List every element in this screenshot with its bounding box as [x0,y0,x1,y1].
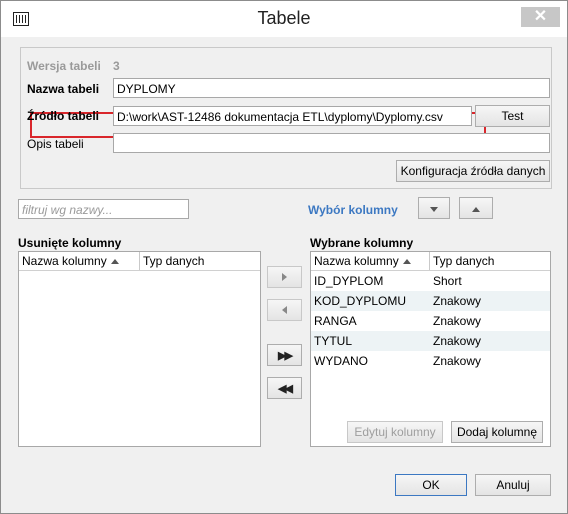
remove-all-button[interactable]: ◀◀ [267,377,302,399]
removed-columns-table: Nazwa kolumny Typ danych [18,251,261,447]
column-type-cell: Znakowy [433,334,482,348]
table-row[interactable]: ID_DYPLOM Short [311,271,550,291]
edit-column-button[interactable]: Edytuj kolumny [347,421,443,443]
test-button[interactable]: Test [475,105,550,127]
move-up-button[interactable] [459,197,493,219]
double-arrow-left-icon: ◀◀ [278,383,293,395]
selected-col-name-header[interactable]: Nazwa kolumny [311,252,430,270]
table-row[interactable]: KOD_DYPLOMU Znakowy [311,291,550,311]
double-arrow-right-icon: ▶▶ [278,350,293,362]
title-bar: Tabele ✕ [1,1,567,37]
tabele-dialog: Tabele ✕ Wersja tabeli 3 Nazwa tabeli DY… [0,0,568,514]
arrow-left-icon [282,306,287,314]
selected-col-name-header-label: Nazwa kolumny [314,254,399,268]
table-source-label: Źródło tabeli [27,109,99,123]
removed-columns-header: Nazwa kolumny Typ danych [19,252,260,271]
selected-columns-table: Nazwa kolumny Typ danych ID_DYPLOM Short… [310,251,551,447]
column-type-cell: Short [433,274,462,288]
removed-col-type-header[interactable]: Typ danych [140,252,260,270]
column-selection-label: Wybór kolumny [308,203,398,217]
sort-ascending-icon [402,259,411,265]
sort-ascending-icon [110,259,119,265]
version-label: Wersja tabeli [27,59,101,73]
column-name-cell: WYDANO [314,354,368,368]
column-name-cell: RANGA [314,314,357,328]
column-type-cell: Znakowy [433,294,482,308]
ok-button[interactable]: OK [395,474,467,496]
version-value: 3 [113,59,120,73]
table-row[interactable]: WYDANO Znakowy [311,351,550,371]
add-all-button[interactable]: ▶▶ [267,344,302,366]
add-column-button[interactable]: Dodaj kolumnę [451,421,543,443]
description-field[interactable] [113,133,550,153]
column-type-cell: Znakowy [433,314,482,328]
table-source-field[interactable]: D:\work\AST-12486 dokumentacja ETL\dyplo… [113,106,472,126]
description-label: Opis tabeli [27,137,84,151]
window-title: Tabele [257,8,311,28]
remove-selected-button[interactable] [267,299,302,321]
arrow-up-icon [472,207,480,212]
table-row[interactable]: RANGA Znakowy [311,311,550,331]
column-name-cell: KOD_DYPLOMU [314,294,407,308]
column-name-cell: ID_DYPLOM [314,274,384,288]
arrow-down-icon [430,207,438,212]
selected-columns-title: Wybrane kolumny [310,236,414,250]
table-info-group: Wersja tabeli 3 Nazwa tabeli DYPLOMY Źró… [20,47,552,189]
move-down-button[interactable] [418,197,450,219]
dialog-content: Wersja tabeli 3 Nazwa tabeli DYPLOMY Źró… [8,37,560,505]
table-name-label: Nazwa tabeli [27,82,100,96]
removed-columns-title: Usunięte kolumny [18,236,122,250]
filter-input[interactable]: filtruj wg nazwy... [18,199,189,219]
selected-col-type-header[interactable]: Typ danych [430,252,550,270]
table-row[interactable]: TYTUL Znakowy [311,331,550,351]
table-name-field[interactable]: DYPLOMY [113,78,550,98]
add-selected-button[interactable] [267,266,302,288]
removed-col-name-header-label: Nazwa kolumny [22,254,107,268]
arrow-right-icon [282,273,287,281]
source-config-button[interactable]: Konfiguracja źródła danych [396,160,550,182]
cancel-button[interactable]: Anuluj [475,474,551,496]
close-button[interactable]: ✕ [521,7,560,27]
filter-placeholder: filtruj wg nazwy... [22,203,113,217]
column-type-cell: Znakowy [433,354,482,368]
column-name-cell: TYTUL [314,334,353,348]
removed-col-name-header[interactable]: Nazwa kolumny [19,252,140,270]
selected-columns-header: Nazwa kolumny Typ danych [311,252,550,271]
